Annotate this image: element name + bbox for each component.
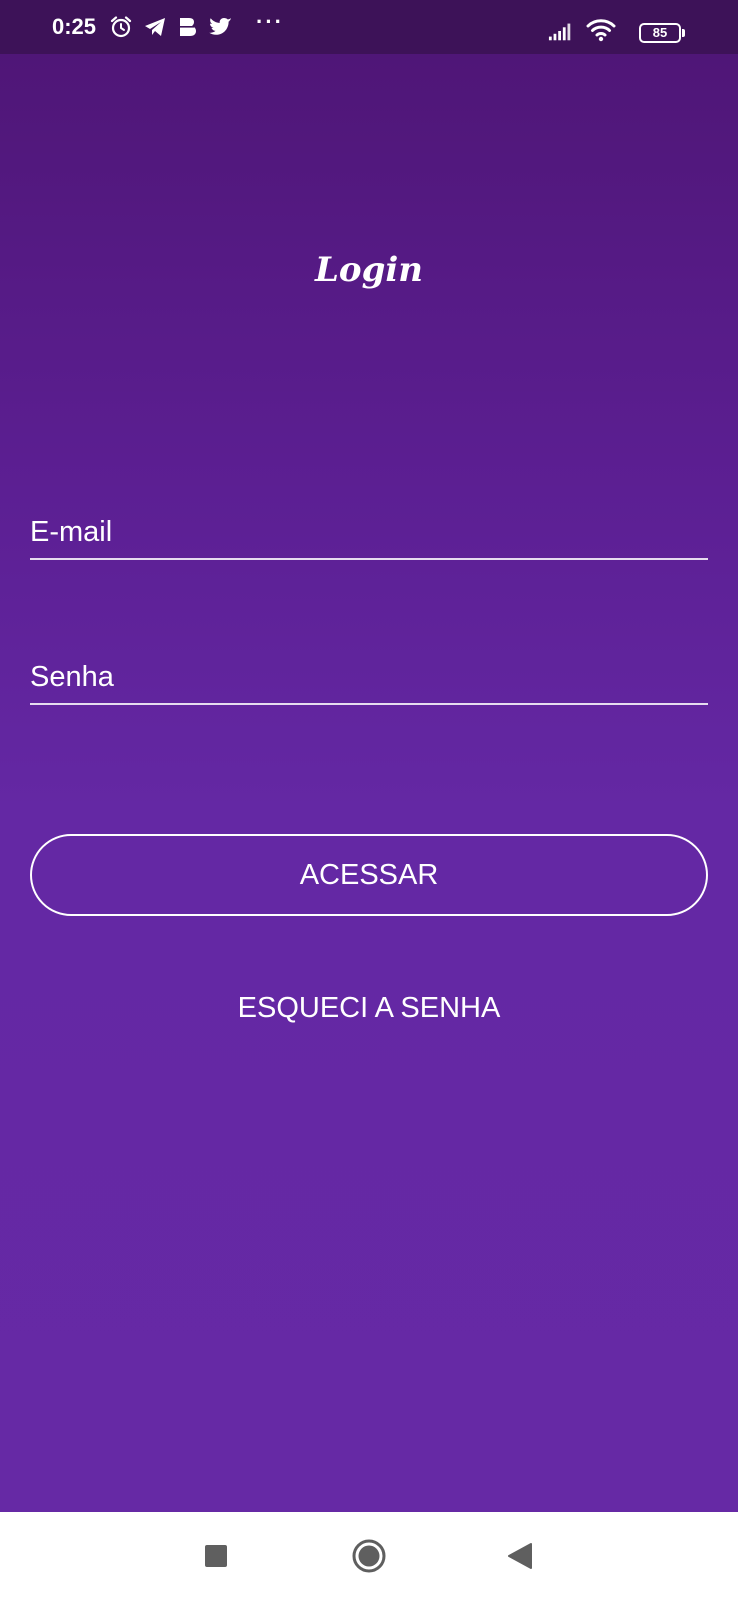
battery-level: 85: [652, 25, 668, 40]
page-title: Login: [315, 250, 423, 290]
recents-button[interactable]: [176, 1512, 256, 1600]
forgot-password-link[interactable]: ESQUECI A SENHA: [0, 990, 738, 1026]
back-triangle-icon: [508, 1543, 532, 1569]
recents-square-icon: [205, 1545, 227, 1567]
home-circle-icon: [352, 1539, 386, 1573]
status-time: 0:25: [52, 14, 97, 39]
system-nav-bar: [0, 1512, 738, 1600]
b-app-icon: [175, 14, 201, 40]
email-input[interactable]: [30, 506, 708, 558]
back-button[interactable]: [480, 1512, 560, 1600]
twitter-icon: [208, 14, 234, 40]
battery-tip: [682, 29, 685, 37]
battery-icon: 85: [639, 23, 681, 43]
password-field: [30, 651, 708, 705]
telegram-icon: [142, 14, 168, 40]
signal-icon: [548, 18, 574, 44]
login-screen: Login ACESSAR ESQUECI A SENHA: [0, 54, 738, 1512]
wifi-icon: [586, 17, 616, 43]
more-notifications-icon: ···: [256, 9, 284, 34]
email-field: [30, 506, 708, 560]
password-input[interactable]: [30, 651, 708, 703]
access-button[interactable]: ACESSAR: [30, 834, 708, 916]
home-button[interactable]: [329, 1512, 409, 1600]
alarm-icon: [108, 14, 134, 40]
status-bar: 0:25 ··· 85: [0, 0, 738, 54]
